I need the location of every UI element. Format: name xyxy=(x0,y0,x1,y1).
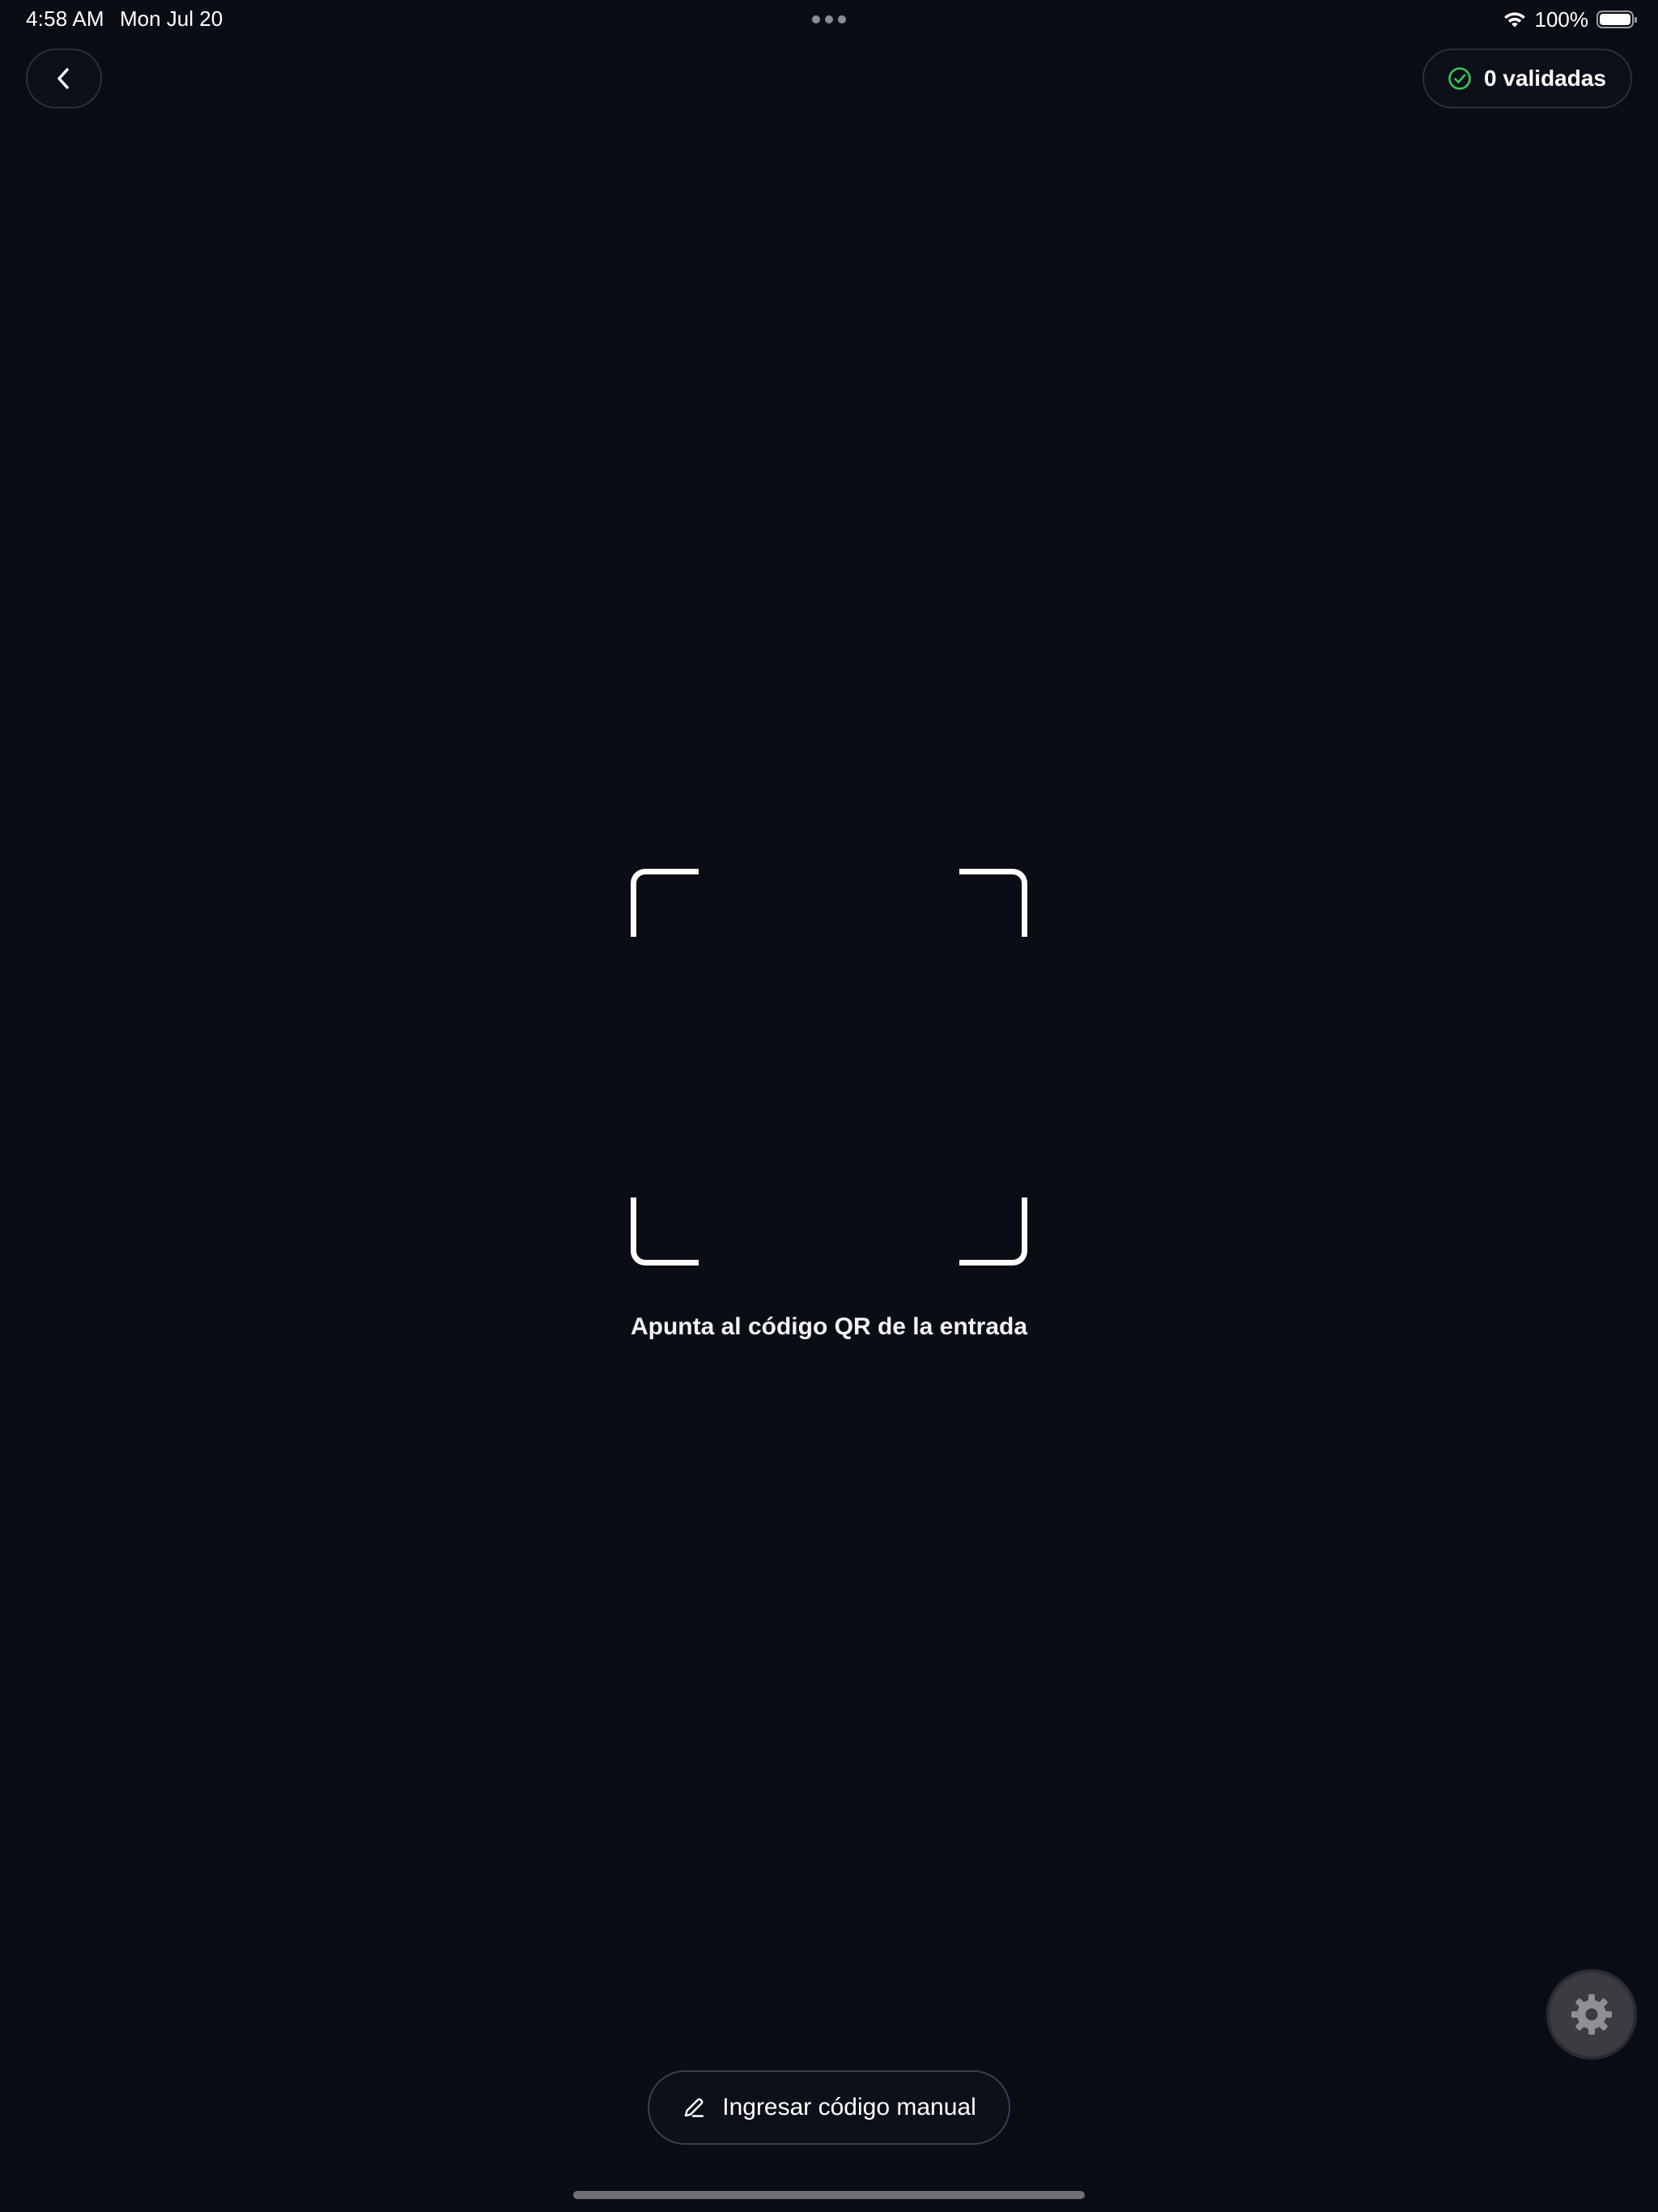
scan-frame-corner-bottom-left xyxy=(631,1197,699,1266)
scan-frame-corner-top-right xyxy=(959,869,1027,937)
status-indicators: 100% xyxy=(1503,6,1637,32)
scan-instruction-text: Apunta al código QR de la entrada xyxy=(630,1313,1028,1340)
multitasking-dots-icon[interactable] xyxy=(812,15,846,23)
check-circle-icon xyxy=(1448,67,1471,90)
pencil-icon xyxy=(685,2098,704,2117)
settings-button[interactable] xyxy=(1550,1972,1634,2057)
gear-icon xyxy=(1571,1994,1612,2035)
chevron-left-icon xyxy=(57,68,69,89)
validated-count-label: 0 validadas xyxy=(1484,66,1606,91)
manual-code-entry-label: Ingresar código manual xyxy=(722,2094,976,2121)
battery-percentage: 100% xyxy=(1534,6,1589,32)
wifi-icon xyxy=(1503,12,1525,28)
status-bar: 4:58 AM Mon Jul 20 100% xyxy=(0,0,1658,39)
scan-frame-corner-bottom-right xyxy=(959,1197,1027,1266)
qr-scan-frame xyxy=(631,869,1027,1266)
scan-frame-corner-top-left xyxy=(631,869,699,937)
status-time: 4:58 AM xyxy=(26,6,104,31)
battery-icon xyxy=(1596,11,1637,28)
back-button[interactable] xyxy=(26,49,102,108)
home-indicator[interactable] xyxy=(573,2191,1085,2199)
manual-code-entry-button[interactable]: Ingresar código manual xyxy=(648,2070,1010,2145)
qr-scanner-screen: 4:58 AM Mon Jul 20 100% 0 validadas Apun… xyxy=(0,0,1658,2212)
battery-level-fill xyxy=(1600,14,1630,25)
validated-count-badge: 0 validadas xyxy=(1422,49,1632,108)
status-date: Mon Jul 20 xyxy=(120,6,223,31)
